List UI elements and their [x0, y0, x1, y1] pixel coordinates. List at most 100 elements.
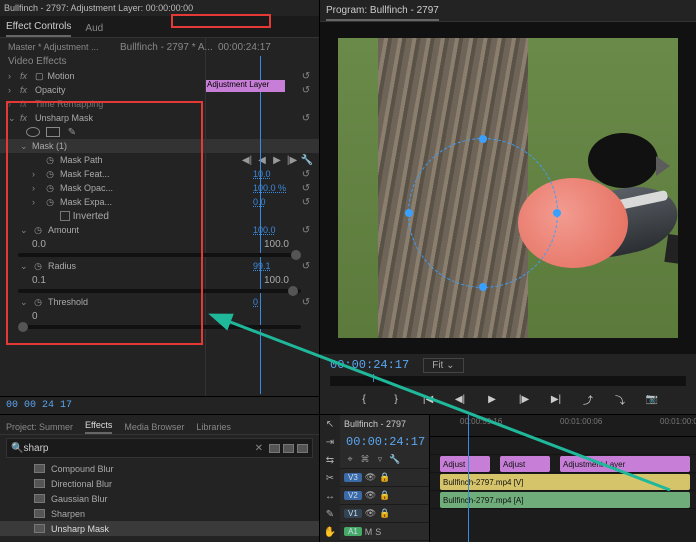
track-v3[interactable]: V3	[344, 473, 362, 482]
extract-button[interactable]: ⤵	[611, 390, 629, 408]
current-timecode[interactable]: 00 00 24 17	[6, 400, 72, 411]
effects-search-input[interactable]	[23, 443, 254, 454]
settings-icon[interactable]: 🔧	[389, 454, 401, 466]
razor-tool[interactable]: ✂	[322, 471, 338, 485]
ellipse-mask-icon[interactable]	[26, 127, 40, 137]
search-icon: 🔍	[11, 443, 23, 454]
radius-label: Radius	[48, 261, 76, 271]
program-timecode[interactable]: 00:00:24:17	[330, 358, 409, 372]
stopwatch-icon[interactable]: ◷	[44, 182, 56, 194]
clip-adjustment[interactable]: Adjust	[500, 456, 550, 472]
32bit-icon[interactable]	[283, 444, 294, 453]
track-v1[interactable]: V1	[344, 509, 362, 518]
mark-out-button[interactable]: }	[387, 390, 405, 408]
effects-search[interactable]: 🔍 ✕	[6, 438, 313, 458]
clip-video[interactable]: Bullfinch-2797.mp4 [V]	[440, 474, 690, 490]
stopwatch-icon[interactable]: ◷	[44, 196, 56, 208]
zoom-fit-dropdown[interactable]: Fit ⌄	[423, 358, 463, 373]
stopwatch-icon[interactable]: ◷	[32, 296, 44, 308]
timeline-ruler[interactable]: 00:00:59:16 00:01:00:06 00:01:00:06	[430, 415, 696, 437]
marker-icon[interactable]: ▿	[374, 454, 386, 466]
nested-clip-label: Bullfinch - 2797 * A...	[120, 42, 213, 53]
amount-label: Amount	[48, 225, 79, 235]
clear-search-icon[interactable]: ✕	[255, 443, 263, 454]
goto-in-button[interactable]: |◀	[419, 390, 437, 408]
effect-item[interactable]: Directional Blur	[0, 476, 319, 491]
play-button[interactable]: ▶	[483, 390, 501, 408]
linked-sel-icon[interactable]: ⌘	[359, 454, 371, 466]
clip-adjustment[interactable]: Adjust	[440, 456, 490, 472]
effect-label: Compound Blur	[51, 464, 114, 474]
mask-expansion-label: Mask Expa...	[60, 197, 112, 207]
effect-label: Unsharp Mask	[51, 524, 109, 534]
effect-item[interactable]: Sharpen	[0, 506, 319, 521]
ripple-tool[interactable]: ⇆	[322, 453, 338, 467]
tab-audio[interactable]: Aud	[85, 20, 103, 37]
pen-tool[interactable]: ✎	[322, 507, 338, 521]
amount-slider[interactable]	[18, 253, 301, 257]
timeline-timecode[interactable]: 00:00:24:17	[340, 433, 429, 451]
track-v2[interactable]: V2	[344, 491, 362, 500]
snap-icon[interactable]: ⌖	[344, 454, 356, 466]
inverted-checkbox[interactable]	[60, 211, 70, 221]
program-panel-tab[interactable]: Program: Bullfinch - 2797	[326, 2, 439, 21]
tab-media-browser[interactable]: Media Browser	[124, 420, 184, 434]
mark-in-button[interactable]: {	[355, 390, 373, 408]
effect-item[interactable]: Gaussian Blur	[0, 491, 319, 506]
fx-unsharp-mask[interactable]: Unsharp Mask	[35, 113, 93, 123]
effect-icon	[34, 479, 45, 488]
step-forward-button[interactable]: |▶	[515, 390, 533, 408]
fx-time-remapping[interactable]: Time Remapping	[35, 99, 103, 109]
clip-adjustment[interactable]: Adjustment Layer	[560, 456, 690, 472]
radius-min: 0.1	[32, 275, 46, 286]
ec-mini-timeline	[205, 38, 315, 396]
effect-item[interactable]: Compound Blur	[0, 461, 319, 476]
tab-effects[interactable]: Effects	[85, 418, 112, 434]
selection-tool[interactable]: ↖	[322, 417, 338, 431]
effect-icon	[34, 464, 45, 473]
fx-opacity[interactable]: Opacity	[35, 85, 66, 95]
stopwatch-icon[interactable]: ◷	[32, 224, 44, 236]
stopwatch-icon[interactable]: ◷	[44, 154, 56, 166]
tab-project[interactable]: Project: Summer	[6, 420, 73, 434]
stopwatch-icon[interactable]: ◷	[32, 260, 44, 272]
amount-min: 0.0	[32, 239, 46, 250]
track-select-tool[interactable]: ⇥	[322, 435, 338, 449]
pen-mask-icon[interactable]: ✎	[66, 126, 78, 138]
mask-path-label: Mask Path	[60, 155, 103, 165]
slip-tool[interactable]: ↔	[322, 489, 338, 503]
accel-icon[interactable]	[269, 444, 280, 453]
step-back-button[interactable]: ◀|	[451, 390, 469, 408]
fx-motion[interactable]: Motion	[48, 71, 75, 81]
effect-label: Directional Blur	[51, 479, 112, 489]
effect-icon	[34, 509, 45, 518]
lift-button[interactable]: ⤴	[579, 390, 597, 408]
tab-effect-controls[interactable]: Effect Controls	[6, 18, 71, 37]
effect-label: Gaussian Blur	[51, 494, 108, 504]
track-a1[interactable]: A1	[344, 527, 362, 536]
threshold-min: 0	[32, 311, 38, 322]
mask-item[interactable]: Mask (1)	[32, 141, 67, 151]
inverted-label: Inverted	[73, 211, 109, 222]
yuv-icon[interactable]	[297, 444, 308, 453]
clip-audio[interactable]: Bullfinch-2797.mp4 [A]	[440, 492, 690, 508]
threshold-slider[interactable]	[18, 325, 301, 329]
program-scrubber[interactable]	[330, 376, 686, 386]
timeline-playhead[interactable]	[468, 415, 469, 542]
hand-tool[interactable]: ✋	[322, 525, 338, 539]
program-monitor[interactable]	[320, 22, 696, 354]
mask-feather-label: Mask Feat...	[60, 169, 110, 179]
stopwatch-icon[interactable]: ◷	[44, 168, 56, 180]
effect-item[interactable]: Unsharp Mask	[0, 521, 319, 536]
tab-libraries[interactable]: Libraries	[196, 420, 231, 434]
export-frame-button[interactable]: 📷	[643, 390, 661, 408]
sequence-tab[interactable]: Bullfinch - 2797	[344, 419, 406, 429]
preview-frame	[338, 38, 678, 338]
source-title: Bullfinch - 2797: Adjustment Layer: 00:0…	[0, 0, 319, 16]
threshold-label: Threshold	[48, 297, 88, 307]
goto-out-button[interactable]: ▶|	[547, 390, 565, 408]
mask-overlay[interactable]	[408, 138, 558, 288]
rect-mask-icon[interactable]	[46, 127, 60, 137]
effect-label: Sharpen	[51, 509, 85, 519]
radius-slider[interactable]	[18, 289, 301, 293]
